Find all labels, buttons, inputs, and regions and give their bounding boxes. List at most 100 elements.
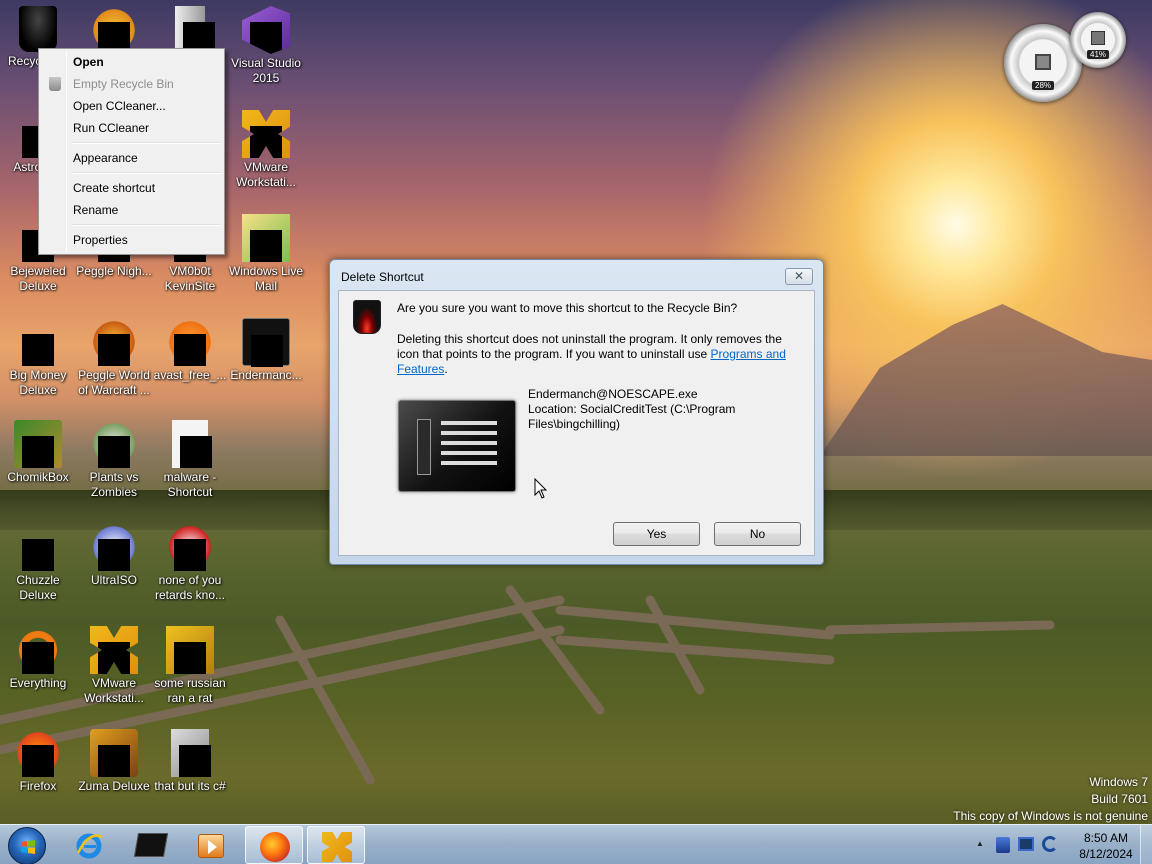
menu-item-open-ccleaner[interactable]: Open CCleaner... — [41, 95, 222, 117]
app-icon — [175, 6, 215, 54]
desktop-icon-label: Plants vs Zombies — [89, 470, 139, 499]
menu-item-rename[interactable]: Rename — [41, 199, 222, 221]
desktop-icon-label: none of you retards kno... — [154, 573, 226, 602]
chuzzle-icon — [14, 523, 62, 571]
desktop-icon-endermanch[interactable]: Endermanc... — [228, 318, 304, 383]
desktop-icon-plants-vs-zombies[interactable]: Plants vs Zombies — [76, 420, 152, 500]
file-name: Endermanch@NOESCAPE.exe — [528, 387, 698, 401]
menu-item-run-ccleaner[interactable]: Run CCleaner — [41, 117, 222, 139]
desktop-icon-malware-shortcut[interactable]: malware - Shortcut — [152, 420, 228, 500]
vmware-icon — [322, 832, 352, 862]
clock[interactable]: 8:50 AM 8/12/2024 — [1066, 830, 1146, 862]
desktop-icon-vmware-2[interactable]: VMware Workstati... — [76, 626, 152, 706]
desktop-icon-none-of-you[interactable]: none of you retards kno... — [152, 523, 228, 603]
menu-separator — [71, 172, 220, 174]
app-icon — [166, 523, 214, 571]
network-icon[interactable] — [1018, 837, 1034, 851]
desktop-icon-some-russian[interactable]: some russian ran a rat — [152, 626, 228, 706]
desktop-icon-ultraiso[interactable]: UltraISO — [76, 523, 152, 588]
cpu-percent: 28% — [1031, 80, 1055, 90]
delete-shortcut-dialog: Delete Shortcut ✕ Are you sure you want … — [329, 259, 824, 565]
ultraiso-icon — [90, 523, 138, 571]
big-money-icon — [14, 318, 62, 366]
taskbar-media-player[interactable] — [182, 826, 240, 864]
system-tray: ▲ 8:50 AM 8/12/2024 — [962, 825, 1152, 864]
wallpaper-mountain — [820, 304, 1152, 456]
cpu-icon — [1035, 54, 1051, 70]
show-desktop-button[interactable] — [1140, 825, 1152, 864]
yes-button[interactable]: Yes — [613, 522, 700, 546]
vmware-icon — [90, 626, 138, 674]
app-icon — [133, 833, 169, 857]
firefox-icon — [14, 729, 62, 777]
mail-icon — [242, 214, 290, 262]
desktop-icon-label: avast_free_... — [153, 368, 227, 382]
file-location: Location: SocialCreditTest (C:\Program F… — [528, 402, 736, 431]
desktop-icon-label: Peggle World of Warcraft ... — [78, 368, 150, 397]
desktop-icon-label: malware - Shortcut — [163, 470, 217, 499]
menu-item-empty-recycle-bin[interactable]: Empty Recycle Bin — [41, 73, 222, 95]
taskbar-internet-explorer[interactable] — [60, 826, 118, 864]
windows-watermark: Windows 7 Build 7601 This copy of Window… — [953, 774, 1148, 825]
media-player-icon — [198, 834, 224, 858]
close-icon: ✕ — [793, 269, 805, 283]
start-button[interactable] — [8, 827, 46, 864]
desktop-icon-visual-studio[interactable]: Visual Studio 2015 — [228, 6, 304, 86]
app-icon — [171, 729, 211, 777]
watermark-line-3: This copy of Windows is not genuine — [953, 809, 1148, 823]
shortcut-file-icon — [172, 420, 212, 468]
desktop-icon-peggle-wow[interactable]: Peggle World of Warcraft ... — [76, 318, 152, 398]
menu-item-open[interactable]: Open — [41, 51, 222, 73]
memory-percent: 41% — [1086, 50, 1110, 60]
desktop-icon-label: Zuma Deluxe — [78, 779, 150, 793]
taskbar-app-dark[interactable] — [122, 826, 180, 864]
desktop-icon-everything[interactable]: Everything — [0, 626, 76, 691]
desktop-icon-label: ChomikBox — [7, 470, 69, 484]
menu-item-properties[interactable]: Properties — [41, 229, 222, 251]
desktop-icon-windows-live-mail[interactable]: Windows Live Mail — [228, 214, 304, 294]
tray-app-icon[interactable] — [996, 837, 1010, 853]
desktop-icon-chomikbox[interactable]: ChomikBox — [0, 420, 76, 485]
no-button[interactable]: No — [714, 522, 801, 546]
menu-item-create-shortcut[interactable]: Create shortcut — [41, 177, 222, 199]
desktop-icon-label: Firefox — [19, 779, 57, 793]
file-thumbnail — [398, 400, 516, 492]
app-icon — [90, 6, 138, 54]
desktop-icon-label: Visual Studio 2015 — [231, 56, 301, 85]
taskbar-firefox[interactable] — [245, 826, 303, 864]
vmware-icon — [242, 110, 290, 158]
desktop-icon-label: some russian ran a rat — [154, 676, 226, 705]
desktop-icon-label: that but its c# — [154, 779, 226, 793]
desktop-icon-vmware[interactable]: VMware Workstati... — [228, 110, 304, 190]
action-center-icon[interactable] — [1042, 836, 1058, 852]
chomikbox-icon — [14, 420, 62, 468]
desktop-icon-chuzzle[interactable]: Chuzzle Deluxe — [0, 523, 76, 603]
desktop-icon-label: Everything — [9, 676, 67, 690]
desktop-icon-label: Endermanc... — [230, 368, 302, 382]
desktop-icon-label: Peggle Nigh... — [76, 264, 152, 278]
taskbar-vmware[interactable] — [307, 826, 365, 864]
memory-icon — [1091, 31, 1105, 45]
desktop-icon-zuma[interactable]: Zuma Deluxe — [76, 729, 152, 794]
watermark-line-1: Windows 7 — [1089, 775, 1148, 789]
dialog-title: Delete Shortcut — [341, 270, 424, 284]
clock-date: 8/12/2024 — [1079, 847, 1133, 861]
close-button[interactable]: ✕ — [785, 268, 813, 285]
desktop-icon-that-but-its-csharp[interactable]: that but its c# — [152, 729, 228, 794]
desktop-icon-firefox[interactable]: Firefox — [0, 729, 76, 794]
context-menu: Open Empty Recycle Bin Open CCleaner... … — [38, 48, 225, 255]
desktop-icon-big-money[interactable]: Big Money Deluxe — [0, 318, 76, 398]
memory-gauge: 41% — [1070, 12, 1126, 68]
windows-logo-icon — [21, 840, 35, 854]
desktop-icon-label: VM0b0t KevinSite — [164, 264, 216, 293]
desktop-icon-avast[interactable]: avast_free_... — [152, 318, 228, 383]
clock-time: 8:50 AM — [1083, 831, 1129, 845]
mouse-cursor-icon — [534, 478, 548, 499]
taskbar: ▲ 8:50 AM 8/12/2024 — [0, 824, 1152, 864]
tray-overflow-chevron-icon[interactable]: ▲ — [976, 839, 984, 848]
recycle-bin-icon — [19, 6, 57, 52]
zuma-icon — [90, 729, 138, 777]
menu-item-appearance[interactable]: Appearance — [41, 147, 222, 169]
desktop-icon-label: Big Money Deluxe — [9, 368, 67, 397]
endermanch-icon — [242, 318, 290, 367]
